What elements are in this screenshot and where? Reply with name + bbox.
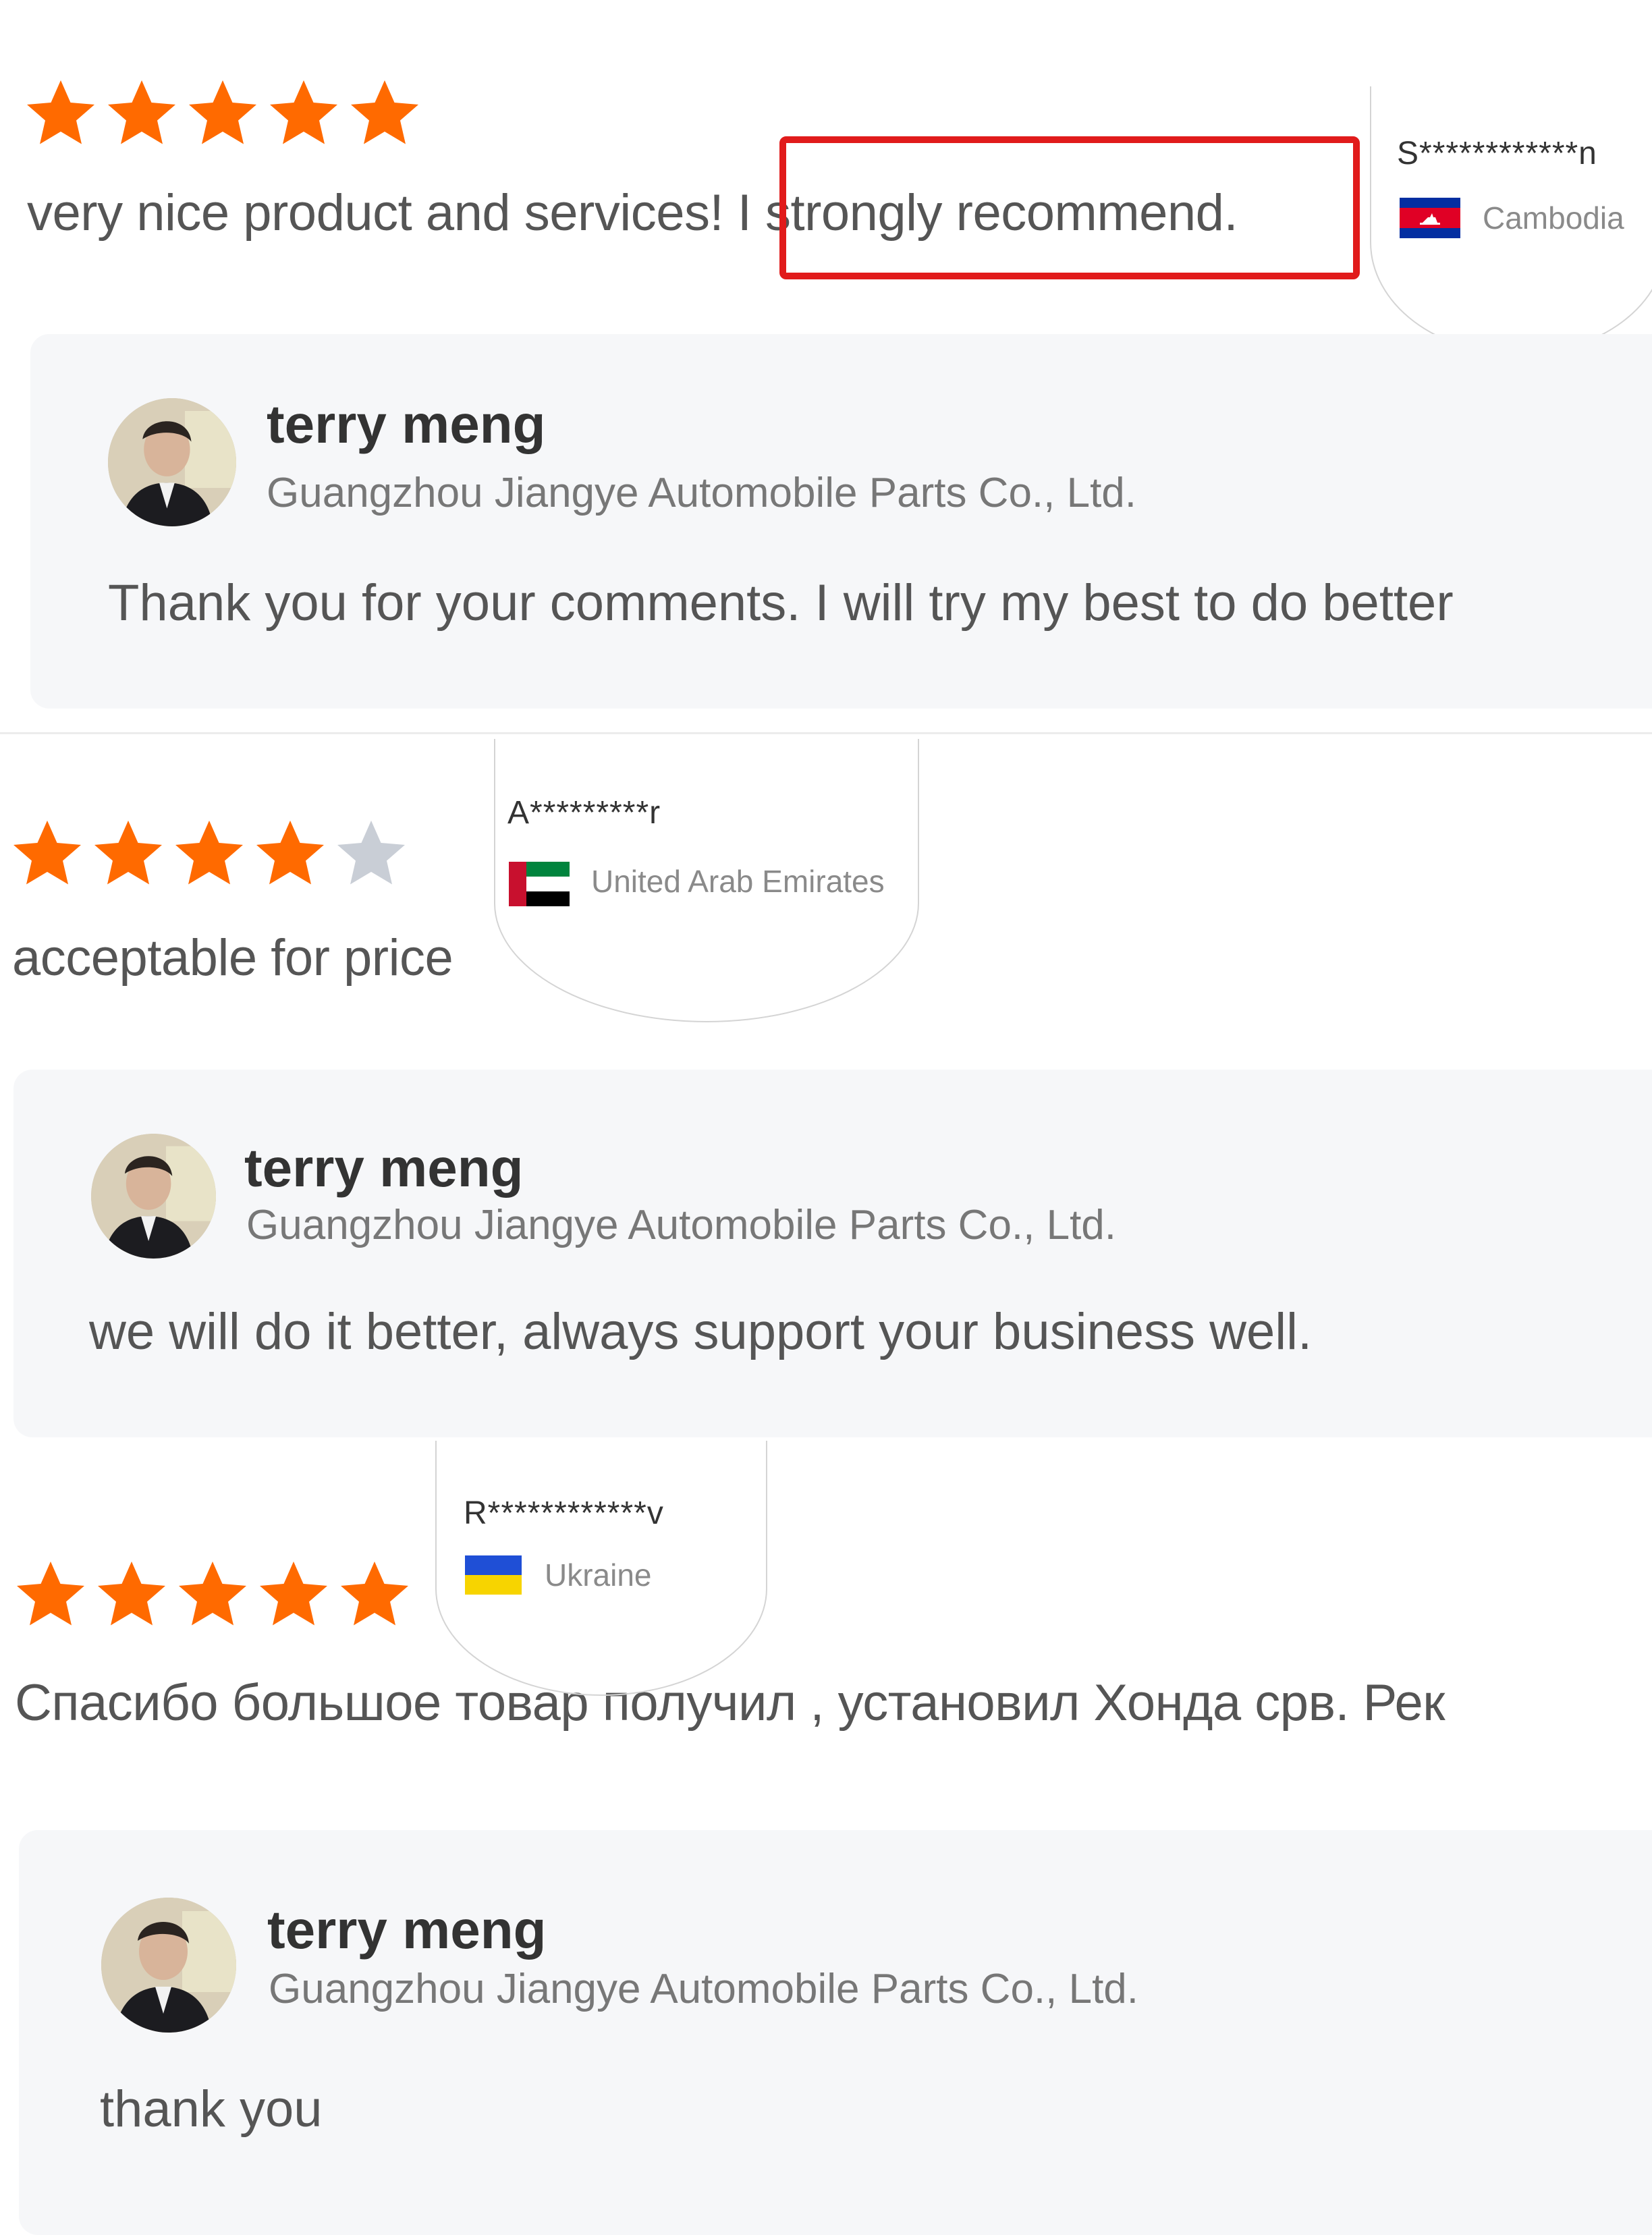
reviewer-badge: S************n Cambodia bbox=[1370, 86, 1652, 355]
reviewer-country: Ukraine bbox=[545, 1557, 652, 1593]
avatar bbox=[101, 1898, 236, 2033]
uae-flag-icon bbox=[509, 862, 570, 906]
reviewer-name: S************n bbox=[1397, 136, 1597, 171]
star-filled-icon bbox=[17, 1562, 84, 1626]
star-filled-icon bbox=[260, 1562, 327, 1626]
review-text: Спасибо большое товар получил , установи… bbox=[15, 1674, 1446, 1732]
star-filled-icon bbox=[175, 821, 243, 885]
reviewer-badge: R************v Ukraine bbox=[435, 1441, 767, 1696]
avatar bbox=[91, 1134, 216, 1259]
avatar-photo-icon bbox=[91, 1134, 216, 1259]
seller-reply: terry meng Guangzhou Jiangye Automobile … bbox=[13, 1070, 1652, 1437]
reply-author-name: terry meng bbox=[244, 1138, 524, 1198]
star-filled-icon bbox=[27, 80, 94, 144]
rating-stars bbox=[7, 815, 412, 895]
reviewer-country: Cambodia bbox=[1483, 200, 1624, 236]
seller-reply: terry meng Guangzhou Jiangye Automobile … bbox=[30, 334, 1652, 709]
rating-stars bbox=[20, 74, 425, 155]
reviewer-name: A*********r bbox=[507, 795, 661, 831]
reply-author-name: terry meng bbox=[267, 1900, 547, 1960]
star-filled-icon bbox=[351, 80, 418, 144]
avatar-photo-icon bbox=[101, 1898, 236, 2033]
ukraine-flag-icon bbox=[465, 1555, 522, 1595]
star-filled-icon bbox=[108, 80, 175, 144]
star-filled-icon bbox=[13, 821, 81, 885]
reply-company-name: Guangzhou Jiangye Automobile Parts Co., … bbox=[267, 470, 1137, 516]
avatar-photo-icon bbox=[108, 398, 236, 526]
star-filled-icon bbox=[256, 821, 324, 885]
avatar bbox=[108, 398, 236, 526]
reviewer-name: R************v bbox=[464, 1495, 664, 1531]
review-text: acceptable for price bbox=[12, 929, 453, 987]
reply-author-name: terry meng bbox=[267, 394, 546, 454]
reviewer-badge: A*********r United Arab Emirates bbox=[494, 739, 919, 1022]
highlight-annotation-box bbox=[779, 136, 1360, 279]
cambodia-flag-icon bbox=[1400, 198, 1460, 238]
seller-reply: terry meng Guangzhou Jiangye Automobile … bbox=[19, 1830, 1652, 2235]
reply-company-name: Guangzhou Jiangye Automobile Parts Co., … bbox=[269, 1966, 1139, 2012]
reply-text: we will do it better, always support you… bbox=[89, 1303, 1313, 1360]
reply-text: Thank you for your comments. I will try … bbox=[108, 574, 1454, 632]
rating-stars bbox=[10, 1555, 415, 1636]
review-text-plain: very nice product and services! bbox=[27, 184, 738, 242]
star-filled-icon bbox=[341, 1562, 408, 1626]
reply-company-name: Guangzhou Jiangye Automobile Parts Co., … bbox=[246, 1202, 1117, 1248]
star-empty-icon bbox=[337, 821, 405, 885]
star-filled-icon bbox=[270, 80, 337, 144]
review-divider bbox=[0, 732, 1652, 734]
star-filled-icon bbox=[179, 1562, 246, 1626]
reviewer-country: United Arab Emirates bbox=[591, 864, 885, 899]
reply-text: thank you bbox=[100, 2080, 323, 2138]
star-filled-icon bbox=[94, 821, 162, 885]
star-filled-icon bbox=[189, 80, 256, 144]
star-filled-icon bbox=[98, 1562, 165, 1626]
